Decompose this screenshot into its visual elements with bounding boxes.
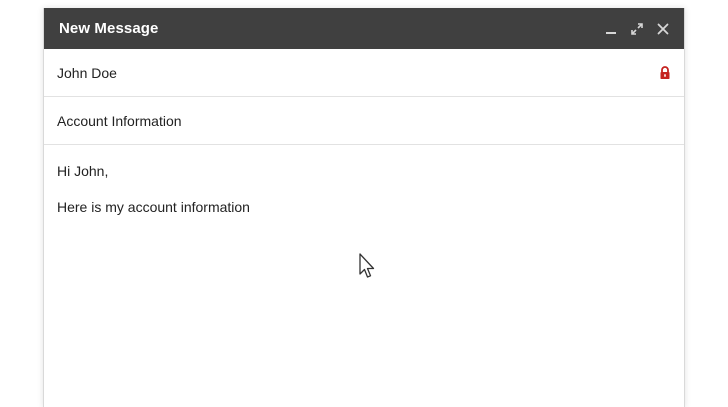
compose-window: New Message John Doe Account Information… <box>43 8 685 407</box>
close-button[interactable] <box>650 8 676 49</box>
window-controls <box>598 8 684 49</box>
screen: New Message John Doe Account Information… <box>0 0 728 407</box>
to-field[interactable]: John Doe <box>44 49 684 97</box>
subject-field[interactable]: Account Information <box>44 97 684 145</box>
minimize-button[interactable] <box>598 8 624 49</box>
lock-icon <box>660 65 670 79</box>
body-line: Here is my account information <box>57 199 250 215</box>
body-line: Hi John, <box>57 163 109 179</box>
expand-icon <box>631 22 643 35</box>
subject-value[interactable]: Account Information <box>57 113 671 129</box>
to-recipient[interactable]: John Doe <box>57 65 659 81</box>
close-icon <box>657 23 669 34</box>
confidential-lock-button[interactable] <box>659 65 671 80</box>
expand-button[interactable] <box>624 8 650 49</box>
minimize-icon <box>606 31 616 34</box>
mouse-cursor-icon <box>359 253 375 278</box>
compose-title: New Message <box>59 20 159 37</box>
compose-titlebar[interactable]: New Message <box>44 8 684 49</box>
